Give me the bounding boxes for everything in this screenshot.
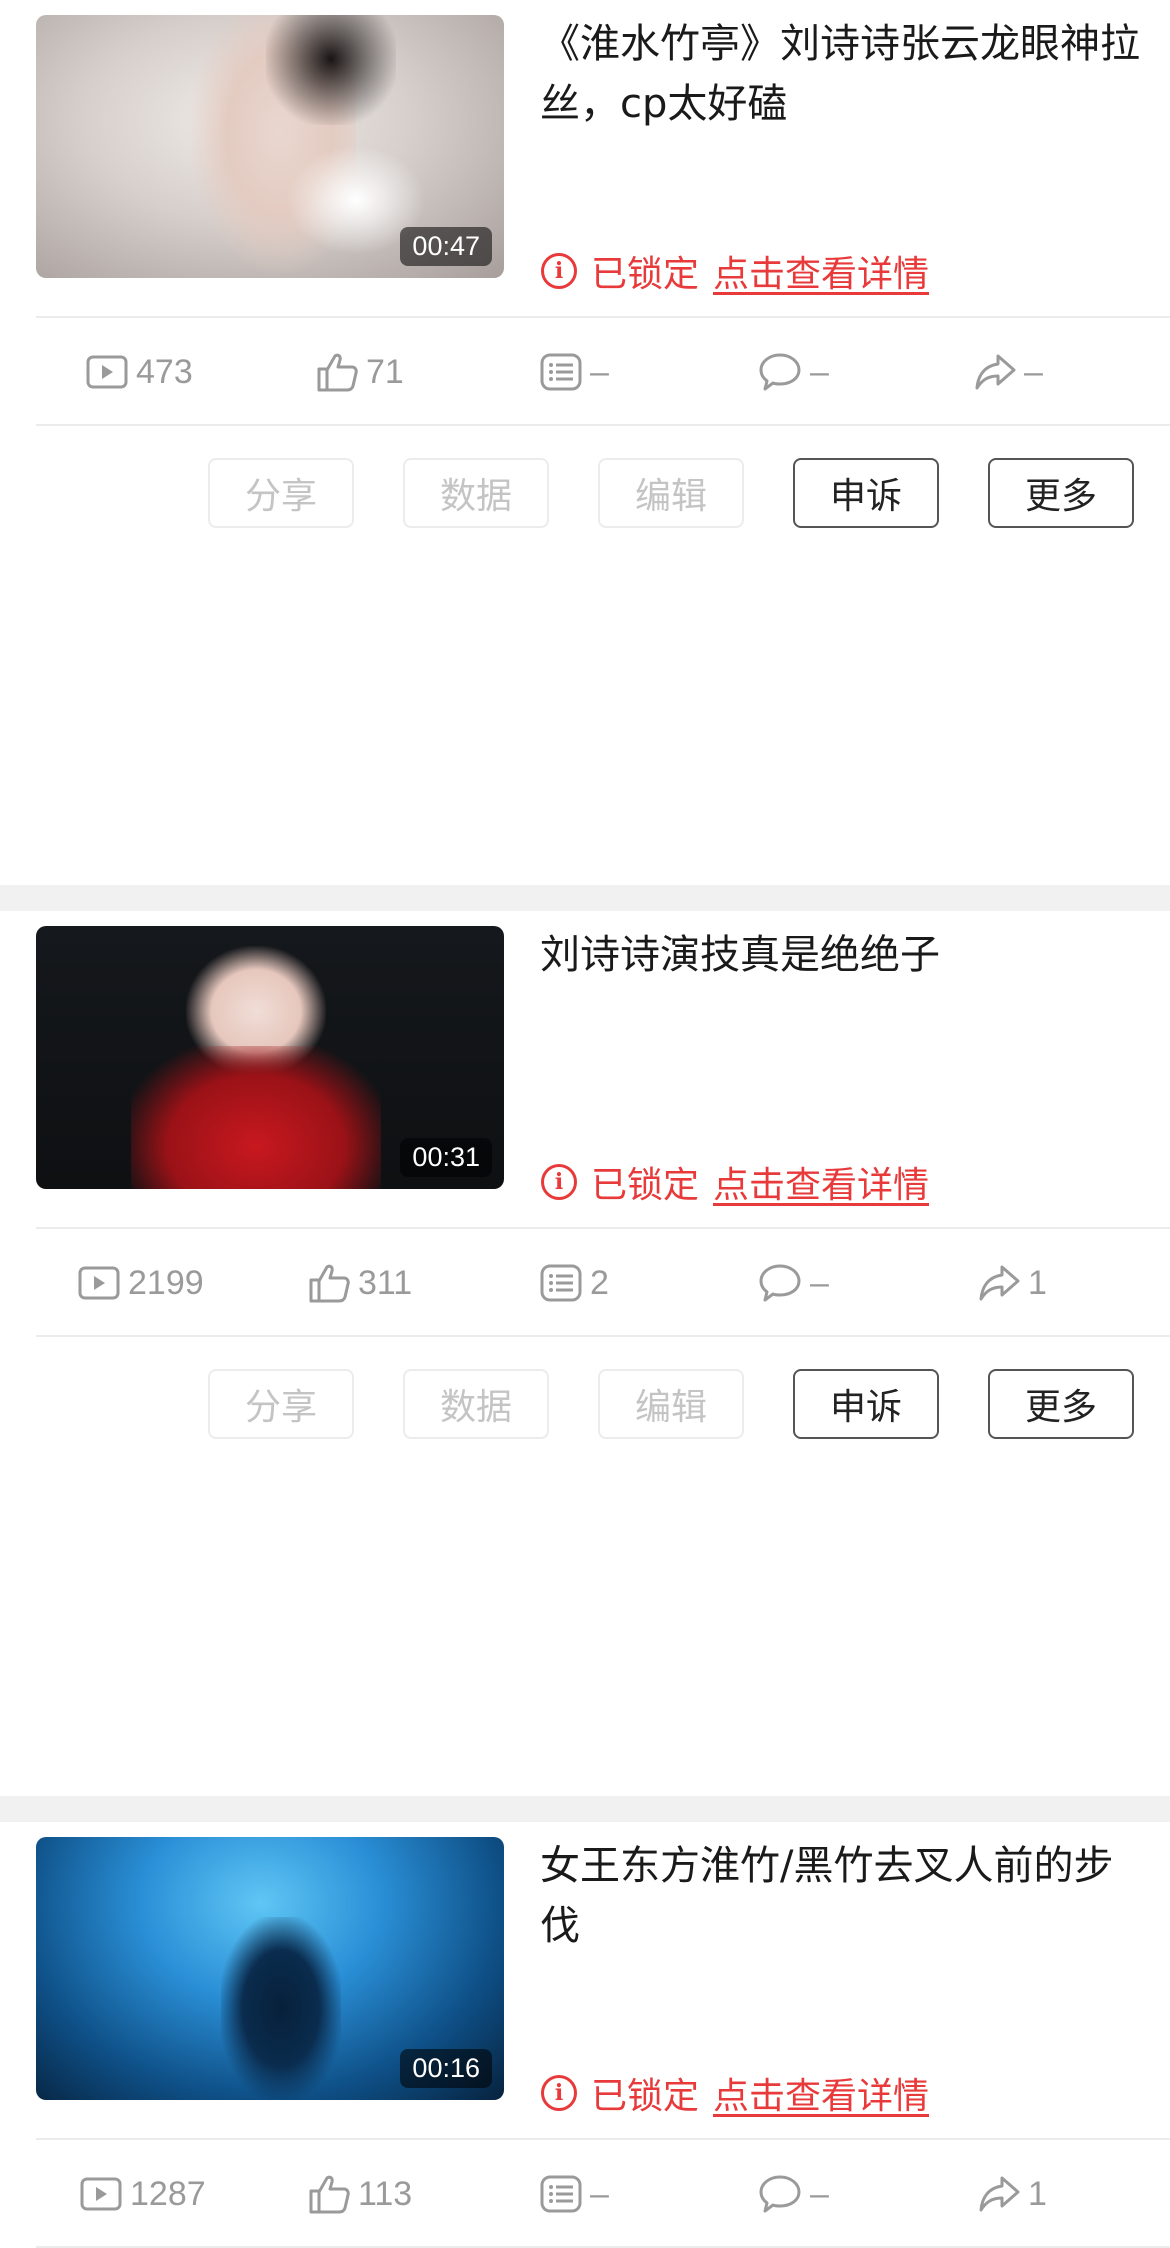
comment-count: – (758, 318, 829, 426)
share-arrow-icon (978, 1263, 1020, 1303)
video-card: 00:31 刘诗诗演技真是绝绝子 i 已锁定 点击查看详情 2199 311 2… (0, 911, 1170, 1796)
danmaku-icon (540, 2175, 582, 2213)
info-icon: i (541, 253, 577, 289)
danmaku-icon (540, 1264, 582, 1302)
video-thumbnail[interactable]: 00:47 (36, 15, 504, 278)
video-card: 00:16 女王东方淮竹/黑竹去叉人前的步伐 i 已锁定 点击查看详情 1287… (0, 1822, 1170, 2248)
action-buttons: 分享 数据 编辑 申诉 更多 (0, 1339, 1170, 1471)
stats-row: 473 71 – – – (36, 318, 1170, 426)
lock-status: i 已锁定 点击查看详情 (541, 245, 929, 297)
share-button[interactable]: 分享 (208, 1369, 354, 1439)
comment-icon (758, 352, 802, 392)
video-card: 00:47 《淮水竹亭》刘诗诗张云龙眼神拉丝，cp太好磕 i 已锁定 点击查看详… (0, 0, 1170, 885)
card-separator (0, 1796, 1170, 1822)
play-count: 1287 (80, 2140, 206, 2248)
play-count-icon (78, 1265, 120, 1301)
lock-status-text: 已锁定 (591, 1165, 700, 1206)
danmaku-count: – (540, 318, 609, 426)
more-button[interactable]: 更多 (988, 458, 1134, 528)
data-button[interactable]: 数据 (403, 1369, 549, 1439)
lock-status: i 已锁定 点击查看详情 (541, 1156, 929, 1208)
share-count: 1 (978, 1229, 1047, 1337)
thumbs-up-icon (308, 1262, 350, 1304)
share-count: – (974, 318, 1043, 426)
share-count: 1 (978, 2140, 1047, 2248)
danmaku-count: 2 (540, 1229, 609, 1337)
divider (36, 1335, 1170, 1337)
edit-button[interactable]: 编辑 (598, 458, 744, 528)
card-separator (0, 885, 1170, 911)
video-duration: 00:31 (400, 1138, 492, 1177)
lock-status: i 已锁定 点击查看详情 (541, 2067, 929, 2119)
comment-count: – (758, 2140, 829, 2248)
video-duration: 00:16 (400, 2049, 492, 2088)
play-count: 473 (86, 318, 193, 426)
more-button[interactable]: 更多 (988, 1369, 1134, 1439)
comment-icon (758, 1263, 802, 1303)
stats-row: 2199 311 2 – 1 (36, 1229, 1170, 1337)
video-thumbnail[interactable]: 00:16 (36, 1837, 504, 2100)
lock-status-text: 已锁定 (591, 254, 700, 295)
view-details-link[interactable]: 点击查看详情 (713, 1156, 929, 1208)
info-icon: i (541, 1164, 577, 1200)
video-title[interactable]: 女王东方淮竹/黑竹去叉人前的步伐 (540, 1836, 1140, 1956)
lock-status-text: 已锁定 (591, 2076, 700, 2117)
play-count-icon (86, 354, 128, 390)
appeal-button[interactable]: 申诉 (793, 458, 939, 528)
share-arrow-icon (978, 2174, 1020, 2214)
play-count: 2199 (78, 1229, 204, 1337)
video-title[interactable]: 刘诗诗演技真是绝绝子 (540, 925, 1140, 985)
video-thumbnail[interactable]: 00:31 (36, 926, 504, 1189)
info-icon: i (541, 2075, 577, 2111)
thumbs-up-icon (308, 2173, 350, 2215)
share-arrow-icon (974, 352, 1016, 392)
video-duration: 00:47 (400, 227, 492, 266)
video-title[interactable]: 《淮水竹亭》刘诗诗张云龙眼神拉丝，cp太好磕 (540, 14, 1140, 134)
danmaku-count: – (540, 2140, 609, 2248)
share-button[interactable]: 分享 (208, 458, 354, 528)
play-count-icon (80, 2176, 122, 2212)
comment-icon (758, 2174, 802, 2214)
view-details-link[interactable]: 点击查看详情 (713, 2067, 929, 2119)
edit-button[interactable]: 编辑 (598, 1369, 744, 1439)
danmaku-icon (540, 353, 582, 391)
view-details-link[interactable]: 点击查看详情 (713, 245, 929, 297)
thumbs-up-icon (316, 351, 358, 393)
like-count: 71 (316, 318, 404, 426)
comment-count: – (758, 1229, 829, 1337)
like-count: 311 (308, 1229, 412, 1337)
action-buttons: 分享 数据 编辑 申诉 更多 (0, 428, 1170, 560)
stats-row: 1287 113 – – 1 (36, 2140, 1170, 2248)
divider (36, 424, 1170, 426)
data-button[interactable]: 数据 (403, 458, 549, 528)
like-count: 113 (308, 2140, 412, 2248)
appeal-button[interactable]: 申诉 (793, 1369, 939, 1439)
